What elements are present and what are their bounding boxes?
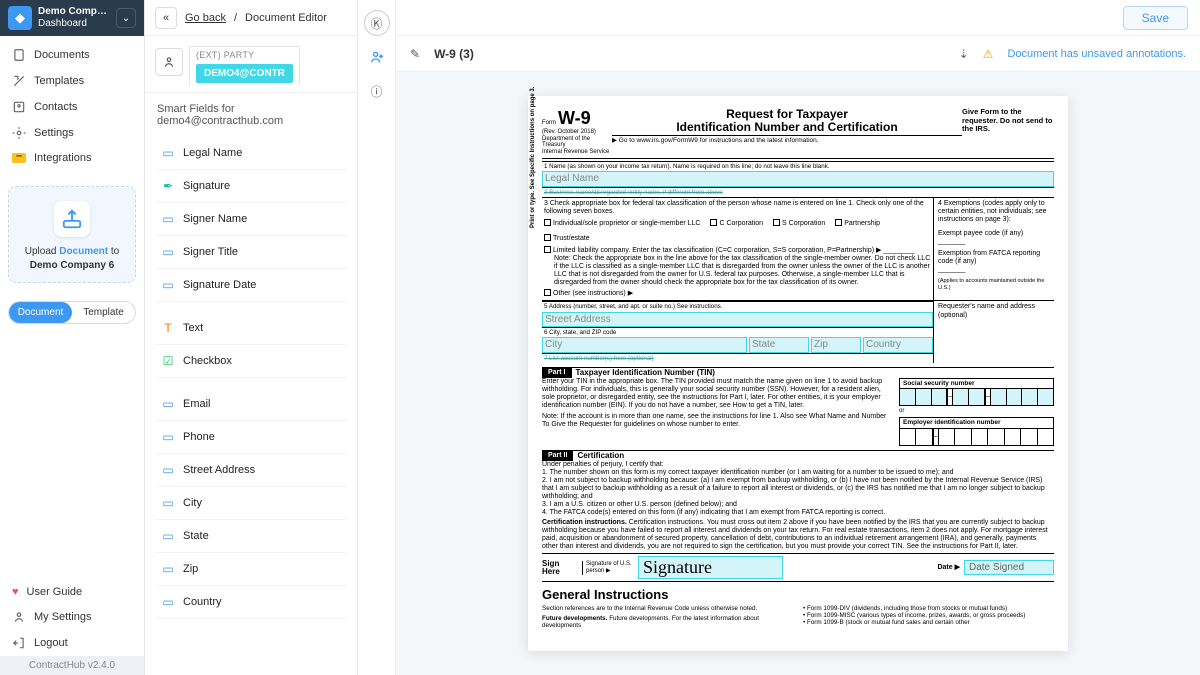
party-avatar-icon[interactable] [155,48,183,76]
pen-icon: ✎ [410,47,420,61]
field-item[interactable]: ▭State [155,520,347,553]
field-item[interactable]: ▭Email [155,388,347,421]
field-item[interactable]: ▭Country [155,586,347,619]
field-item[interactable]: ▭Legal Name [155,137,347,170]
field-item[interactable]: ▭Street Address [155,454,347,487]
company-name: Demo Compa... [38,6,110,18]
upload-type-toggle: Document Template [8,301,136,324]
breadcrumb-back[interactable]: Go back [185,12,226,24]
document-name[interactable]: W-9 (3) [434,47,474,61]
document-canvas[interactable]: Print or type. See Specific Instructions… [396,72,1200,675]
field-icon: ▭ [161,212,175,226]
footer-logout[interactable]: Logout [0,630,144,656]
tool-strip: Ⓚ ⓘ [358,0,396,675]
nav-contacts[interactable]: Contacts [0,94,144,120]
field-item[interactable]: ▭Zip [155,553,347,586]
field-icon: ✒ [161,179,175,193]
field-item[interactable]: TText [155,312,347,345]
upload-card: Upload Document to Demo Company 6 [8,186,136,283]
company-sub: Dashboard [38,18,110,30]
integration-badge-icon: ⎓ [12,153,26,163]
warning-icon: ⚠ [983,47,994,61]
field-zip[interactable]: Zip [811,337,861,353]
logo-icon: ◆ [8,6,32,30]
field-city[interactable]: City [542,337,747,353]
fields-title: Smart Fields for demo4@contracthub.com [145,93,357,137]
field-icon: ▭ [161,397,175,411]
field-icon: ▭ [161,529,175,543]
field-icon: ☑ [161,354,175,368]
heart-icon: ♥ [12,586,19,598]
upload-document-link[interactable]: Document [59,246,108,257]
footer-user-guide[interactable]: ♥User Guide [0,580,144,604]
nav-settings[interactable]: Settings [0,120,144,146]
nav-templates[interactable]: Templates [0,68,144,94]
sidebar-header: ◆ Demo Compa... Dashboard ⌄ [0,0,144,36]
field-icon: T [161,321,175,335]
field-state[interactable]: State [749,337,809,353]
field-icon: ▭ [161,430,175,444]
nav-integrations[interactable]: ⎓Integrations [0,146,144,170]
field-legal-name[interactable]: Legal Name [542,171,1054,187]
field-item[interactable]: ☑Checkbox [155,345,347,378]
download-icon[interactable]: ⇣ [959,47,969,61]
field-item[interactable]: ✒Signature [155,170,347,203]
unsaved-warning: Document has unsaved annotations. [1007,48,1186,60]
field-item[interactable]: ▭Phone [155,421,347,454]
fields-panel: « Go back / Document Editor (EXT) PARTY … [145,0,358,675]
ein-boxes[interactable]: – [899,428,1054,446]
party-chip[interactable]: DEMO4@CONTR [196,64,293,83]
main-area: Save ✎ W-9 (3) ⇣ ⚠ Document has unsaved … [396,0,1200,675]
version-label: ContractHub v2.4.0 [0,656,144,675]
party-tab: (EXT) PARTY DEMO4@CONTR [145,36,357,93]
field-icon: ▭ [161,496,175,510]
upload-icon [54,201,90,237]
primary-nav: Documents Templates Contacts Settings ⎓I… [0,36,144,176]
topbar: Save [396,0,1200,36]
field-date-signed[interactable]: Date Signed [964,560,1054,576]
main-sidebar: ◆ Demo Compa... Dashboard ⌄ Documents Te… [0,0,145,675]
field-item[interactable]: ▭Signer Name [155,203,347,236]
field-signature[interactable]: Signature [638,556,783,579]
ssn-boxes[interactable]: –– [899,388,1054,406]
pill-template[interactable]: Template [72,302,135,323]
form-w9: Print or type. See Specific Instructions… [528,96,1068,651]
field-item[interactable]: ▭Signature Date [155,269,347,302]
doc-tab-bar: ✎ W-9 (3) ⇣ ⚠ Document has unsaved annot… [396,36,1200,72]
footer-my-settings[interactable]: My Settings [0,604,144,630]
field-item[interactable]: ▭City [155,487,347,520]
collapse-panel-button[interactable]: « [155,7,177,29]
field-icon: ▭ [161,595,175,609]
field-list: ▭Legal Name✒Signature▭Signer Name▭Signer… [145,137,357,619]
tool-info-icon[interactable]: ⓘ [364,78,390,104]
nav-documents[interactable]: Documents [0,42,144,68]
field-country[interactable]: Country [863,337,933,353]
breadcrumb-current: Document Editor [245,12,327,24]
field-icon: ▭ [161,463,175,477]
tool-keyboard-icon[interactable]: Ⓚ [364,10,390,36]
field-street[interactable]: Street Address [542,312,933,328]
field-icon: ▭ [161,278,175,292]
field-icon: ▭ [161,562,175,576]
tool-add-person-icon[interactable] [364,44,390,70]
breadcrumb: « Go back / Document Editor [145,0,357,36]
save-button[interactable]: Save [1123,6,1188,30]
chevron-down-icon[interactable]: ⌄ [116,8,136,28]
field-icon: ▭ [161,245,175,259]
side-instructions: Print or type. See Specific Instructions… [530,87,537,228]
pill-document[interactable]: Document [9,302,72,323]
field-icon: ▭ [161,146,175,160]
field-item[interactable]: ▭Signer Title [155,236,347,269]
